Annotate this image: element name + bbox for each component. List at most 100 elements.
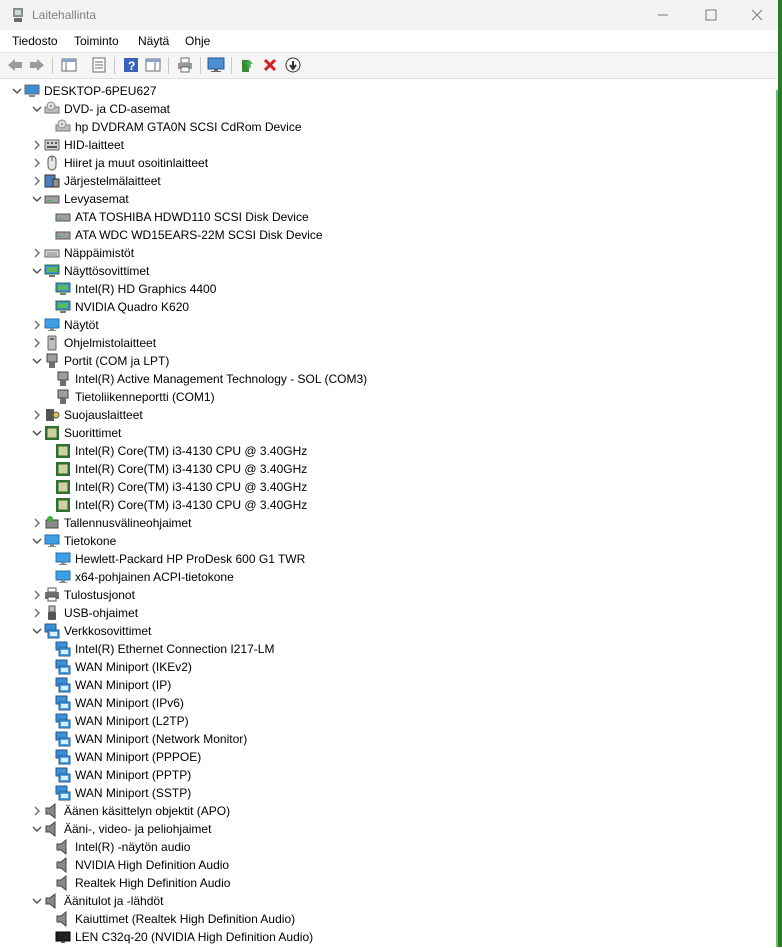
maximize-button[interactable] <box>688 0 734 30</box>
collapse-chevron-icon[interactable] <box>10 82 24 100</box>
category-item[interactable]: Levyasemat <box>30 190 129 208</box>
device-item[interactable]: WAN Miniport (IKEv2) <box>49 658 192 676</box>
show-action-pane-button[interactable] <box>144 56 162 74</box>
device-item[interactable]: Intel(R) Core(TM) i3-4130 CPU @ 3.40GHz <box>49 478 307 496</box>
collapse-chevron-icon[interactable] <box>30 190 44 208</box>
tree-item-label: Kaiuttimet (Realtek High Definition Audi… <box>75 912 296 926</box>
port-icon <box>55 389 71 405</box>
category-item[interactable]: Tulostusjonot <box>30 586 135 604</box>
collapse-chevron-icon[interactable] <box>30 352 44 370</box>
category-item[interactable]: Näytöt <box>30 316 99 334</box>
device-item[interactable]: WAN Miniport (Network Monitor) <box>49 730 247 748</box>
device-item[interactable]: Intel(R) Core(TM) i3-4130 CPU @ 3.40GHz <box>49 442 307 460</box>
system-devices-icon <box>44 173 60 189</box>
device-item[interactable]: Intel(R) Core(TM) i3-4130 CPU @ 3.40GHz <box>49 496 307 514</box>
close-button[interactable] <box>734 0 780 30</box>
device-item[interactable]: WAN Miniport (PPPOE) <box>49 748 201 766</box>
collapse-chevron-icon[interactable] <box>30 100 44 118</box>
disable-arrow-icon <box>285 57 301 73</box>
tree-item-label: Intel(R) -näytön audio <box>75 840 191 854</box>
collapse-chevron-icon[interactable] <box>30 892 44 910</box>
device-item[interactable]: Intel(R) Core(TM) i3-4130 CPU @ 3.40GHz <box>49 460 307 478</box>
keyboard-icon <box>44 245 60 261</box>
expand-chevron-icon[interactable] <box>30 172 44 190</box>
category-item[interactable]: Suorittimet <box>30 424 121 442</box>
speaker-icon <box>44 802 60 820</box>
expand-chevron-icon[interactable] <box>30 154 44 172</box>
category-item[interactable]: Tietokone <box>30 532 116 550</box>
help-icon: ? <box>124 58 138 73</box>
category-item[interactable]: Verkkosovittimet <box>30 622 151 640</box>
collapse-chevron-icon[interactable] <box>30 424 44 442</box>
device-item[interactable]: Intel(R) Active Management Technology - … <box>49 370 367 388</box>
device-tree[interactable]: DESKTOP-6PEU627 DVD- ja CD-asemat hp DVDRA… <box>0 82 776 947</box>
expand-chevron-icon[interactable] <box>30 334 44 352</box>
tree-item-label: Ääni-, video- ja peliohjaimet <box>64 822 212 836</box>
print-button[interactable] <box>176 56 194 74</box>
scan-hardware-changes-button[interactable] <box>207 56 225 74</box>
category-item[interactable]: Portit (COM ja LPT) <box>30 352 169 370</box>
device-item[interactable]: LEN C32q-20 (NVIDIA High Definition Audi… <box>49 928 313 946</box>
device-item[interactable]: WAN Miniport (IP) <box>49 676 171 694</box>
collapse-chevron-icon[interactable] <box>30 820 44 838</box>
device-item[interactable]: Kaiuttimet (Realtek High Definition Audi… <box>49 910 295 928</box>
device-item[interactable]: WAN Miniport (SSTP) <box>49 784 191 802</box>
category-item[interactable]: USB-ohjaimet <box>30 604 138 622</box>
category-item[interactable]: Suojauslaitteet <box>30 406 143 424</box>
category-item[interactable]: Äänen käsittelyn objektit (APO) <box>30 802 230 820</box>
device-item[interactable]: Intel(R) -näytön audio <box>49 838 190 856</box>
device-item[interactable]: Realtek High Definition Audio <box>49 874 230 892</box>
expand-chevron-icon[interactable] <box>30 802 44 820</box>
help-button[interactable]: ? <box>122 56 140 74</box>
collapse-chevron-icon[interactable] <box>30 262 44 280</box>
expand-chevron-icon[interactable] <box>30 604 44 622</box>
menu-help[interactable]: Ohje <box>185 34 210 48</box>
device-item[interactable]: WAN Miniport (L2TP) <box>49 712 189 730</box>
uninstall-device-button[interactable] <box>261 56 279 74</box>
category-item[interactable]: Tallennusvälineohjaimet <box>30 514 191 532</box>
disable-device-button[interactable] <box>284 56 302 74</box>
category-item[interactable]: HID-laitteet <box>30 136 124 154</box>
device-item[interactable]: NVIDIA High Definition Audio <box>49 856 229 874</box>
device-item[interactable]: x64-pohjainen ACPI-tietokone <box>49 568 234 586</box>
expand-chevron-icon[interactable] <box>30 514 44 532</box>
device-item[interactable]: WAN Miniport (PPTP) <box>49 766 191 784</box>
expand-chevron-icon[interactable] <box>30 586 44 604</box>
category-item[interactable]: Näyttösovittimet <box>30 262 149 280</box>
update-driver-button[interactable] <box>239 56 257 74</box>
device-item[interactable]: Tietoliikenneportti (COM1) <box>49 388 215 406</box>
device-item[interactable]: ATA WDC WD15EARS-22M SCSI Disk Device <box>49 226 323 244</box>
menu-view[interactable]: Näytä <box>138 34 169 48</box>
tree-item-label: WAN Miniport (SSTP) <box>75 786 192 800</box>
expand-chevron-icon[interactable] <box>30 244 44 262</box>
back-button[interactable] <box>6 56 24 74</box>
category-item[interactable]: Ääni-, video- ja peliohjaimet <box>30 820 211 838</box>
device-item[interactable]: NVIDIA Quadro K620 <box>49 298 189 316</box>
menu-action[interactable]: Toiminto <box>74 34 119 48</box>
menu-file[interactable]: Tiedosto <box>12 34 58 48</box>
device-item[interactable]: hp DVDRAM GTA0N SCSI CdRom Device <box>49 118 302 136</box>
device-item[interactable]: Intel(R) Ethernet Connection I217-LM <box>49 640 274 658</box>
device-item[interactable]: WAN Miniport (IPv6) <box>49 694 184 712</box>
expand-chevron-icon[interactable] <box>30 316 44 334</box>
device-item[interactable]: Hewlett-Packard HP ProDesk 600 G1 TWR <box>49 550 305 568</box>
category-item[interactable]: Järjestelmälaitteet <box>30 172 161 190</box>
collapse-chevron-icon[interactable] <box>30 622 44 640</box>
root-item[interactable]: DESKTOP-6PEU627 <box>10 82 157 100</box>
expand-chevron-icon[interactable] <box>30 406 44 424</box>
network-adapter-icon <box>55 785 71 801</box>
device-item[interactable]: ATA TOSHIBA HDWD110 SCSI Disk Device <box>49 208 309 226</box>
expand-chevron-icon[interactable] <box>30 136 44 154</box>
forward-button[interactable] <box>28 56 46 74</box>
category-item[interactable]: DVD- ja CD-asemat <box>30 100 170 118</box>
collapse-chevron-icon[interactable] <box>30 532 44 550</box>
category-item[interactable]: Näppäimistöt <box>30 244 134 262</box>
monitor-icon <box>44 533 60 549</box>
properties-button[interactable] <box>90 56 108 74</box>
show-hide-console-tree-button[interactable] <box>60 56 78 74</box>
category-item[interactable]: Äänitulot ja -lähdöt <box>30 892 163 910</box>
device-item[interactable]: Intel(R) HD Graphics 4400 <box>49 280 216 298</box>
minimize-button[interactable] <box>640 0 686 30</box>
category-item[interactable]: Ohjelmistolaitteet <box>30 334 156 352</box>
category-item[interactable]: Hiiret ja muut osoitinlaitteet <box>30 154 208 172</box>
